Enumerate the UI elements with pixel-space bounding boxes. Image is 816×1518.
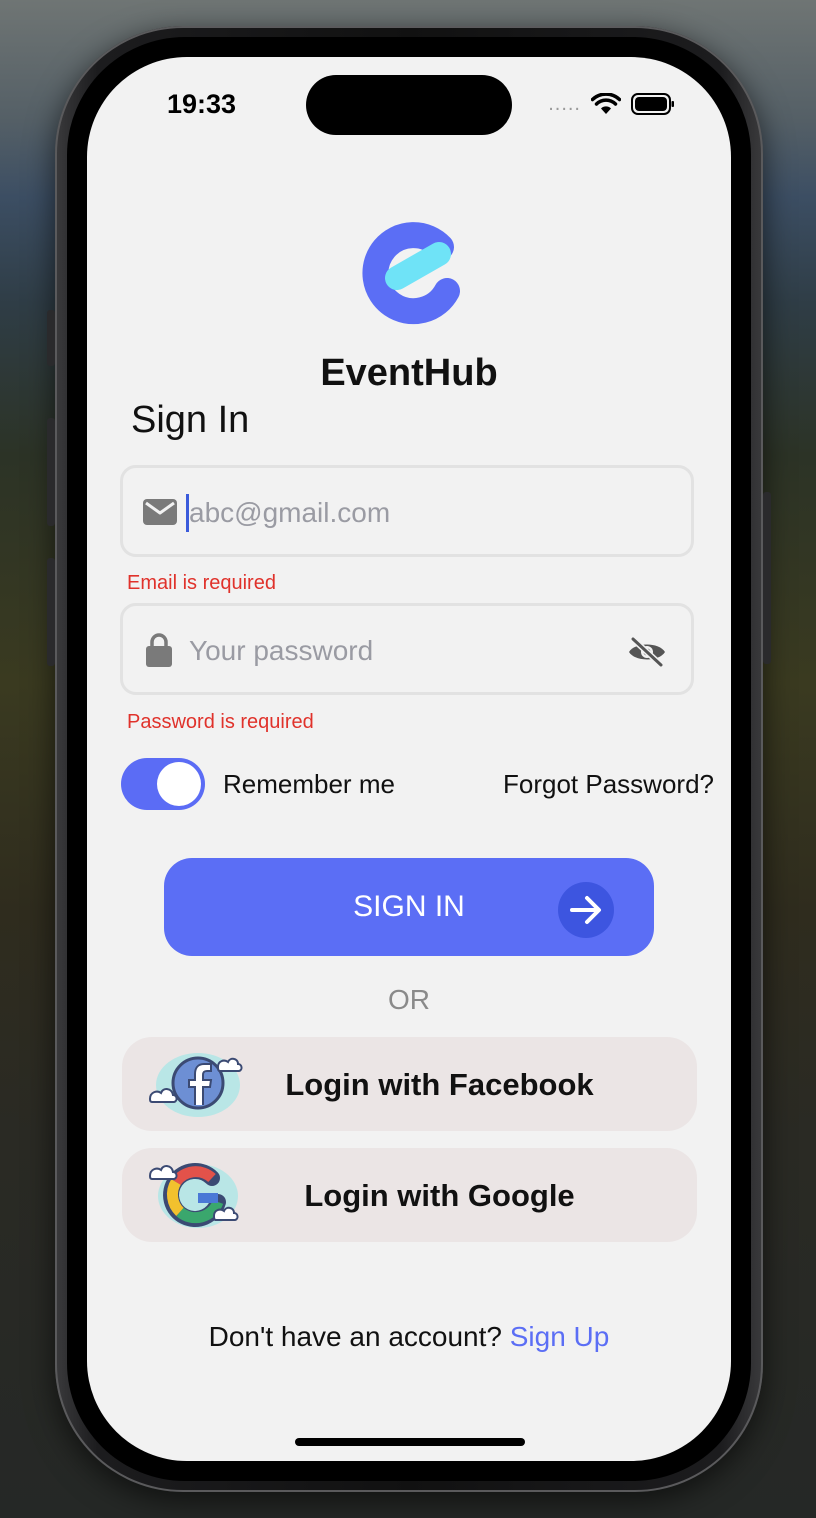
wifi-icon [591,93,621,114]
status-time: 19:33 [167,89,237,119]
mail-icon [143,499,177,525]
eventhub-logo-icon [362,222,460,325]
text-cursor [186,494,189,532]
sign-up-prompt: Don't have an account? Sign Up [87,1321,731,1353]
facebook-login-button[interactable]: Login with Facebook [122,1037,697,1131]
app-screen: 19:33 ..... EventHub Sign In Email is re… [87,57,731,1461]
sign-up-question: Don't have an account? [208,1321,510,1352]
eye-off-icon[interactable] [627,636,667,668]
remember-me-label: Remember me [223,769,395,799]
password-error: Password is required [127,711,314,733]
remember-me-toggle[interactable] [121,758,205,810]
status-icons: ..... [548,93,675,115]
page-title: Sign In [131,399,250,441]
password-input[interactable] [187,628,611,674]
or-divider: OR [388,984,430,1015]
email-input[interactable] [187,490,611,536]
arrow-right-icon [558,882,614,938]
volume-up-button [47,418,55,526]
email-error: Email is required [127,572,276,594]
email-field[interactable] [120,465,694,557]
cellular-signal-icon: ..... [548,93,581,115]
dynamic-island [306,75,512,135]
sign-in-button[interactable]: SIGN IN [164,858,654,956]
lock-icon [146,633,172,667]
sign-up-link[interactable]: Sign Up [510,1321,610,1352]
toggle-knob [157,762,201,806]
volume-down-button [47,558,55,666]
power-button [763,492,771,664]
forgot-password-link[interactable]: Forgot Password? [503,769,714,800]
google-login-button[interactable]: Login with Google [122,1148,697,1242]
password-field[interactable] [120,603,694,695]
home-indicator[interactable] [295,1438,525,1446]
app-name: EventHub [320,352,498,394]
google-login-label: Login with Google [304,1178,575,1213]
facebook-login-label: Login with Facebook [285,1067,594,1102]
action-button [47,310,55,366]
battery-icon [631,93,674,115]
